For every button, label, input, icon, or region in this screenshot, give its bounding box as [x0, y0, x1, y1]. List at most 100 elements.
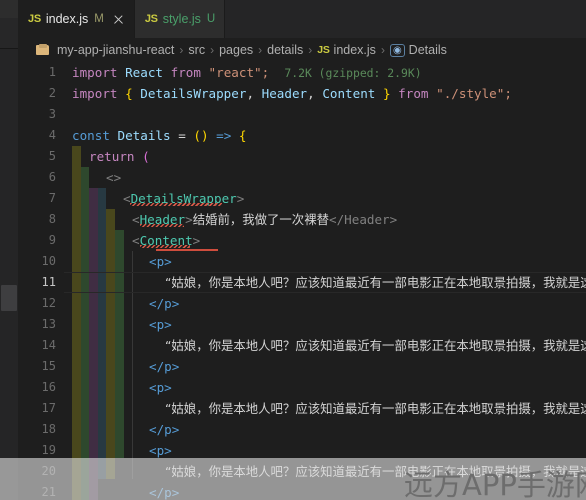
- chevron-right-icon: ›: [380, 43, 385, 57]
- code-line-15[interactable]: </p>: [149, 356, 179, 377]
- code-line-19[interactable]: <p>: [149, 440, 172, 461]
- error-squiggle-detailswrapper: [130, 203, 222, 206]
- js-file-icon: JS: [144, 13, 158, 25]
- chevron-right-icon: ›: [179, 43, 184, 57]
- js-file-icon: JS: [317, 44, 330, 56]
- token-html-tag-p-close: </p>: [149, 296, 180, 311]
- tab-git-status: U: [206, 13, 216, 25]
- chevron-right-icon: ›: [210, 43, 215, 57]
- editor-tab-bar: JS index.js M JS style.js U: [18, 0, 586, 38]
- token-identifier-content: Content: [322, 86, 376, 101]
- inlay-hint-bundle-size: 7.2K (gzipped: 2.9K): [284, 66, 422, 80]
- error-squiggle-content: [140, 245, 190, 248]
- tab-style-js[interactable]: JS style.js U: [134, 0, 226, 38]
- error-squiggle-p: [156, 249, 218, 251]
- breadcrumb-item-project[interactable]: my-app-jianshu-react: [57, 43, 174, 57]
- line-number: 5: [48, 149, 56, 163]
- code-line-21[interactable]: </p>: [149, 482, 179, 500]
- code-line-14[interactable]: “姑娘，你是本地人吧？应该知道最近有一部电影正在本地取景拍摄，我就是这部: [165, 335, 586, 356]
- line-number: 16: [41, 380, 56, 394]
- breadcrumb-item-pages[interactable]: pages: [219, 43, 253, 57]
- code-line-13[interactable]: <p>: [149, 314, 172, 335]
- line-number: 21: [41, 485, 56, 499]
- code-line-10[interactable]: <p>: [149, 251, 172, 272]
- tab-index-js[interactable]: JS index.js M: [18, 0, 135, 38]
- token-brace-close: }: [382, 86, 391, 101]
- code-line-20[interactable]: “姑娘，你是本地人吧？应该知道最近有一部电影正在本地取景拍摄，我就是这部: [165, 461, 586, 482]
- breadcrumb-item-file[interactable]: index.js: [334, 43, 376, 57]
- token-keyword-from: from: [398, 86, 429, 101]
- line-number: 3: [48, 107, 56, 121]
- line-number: 4: [48, 128, 56, 142]
- breadcrumb-item-src[interactable]: src: [188, 43, 205, 57]
- token-brace: {: [238, 128, 247, 143]
- line-number: 17: [41, 401, 56, 415]
- tab-label: style.js: [162, 12, 201, 26]
- code-line-1[interactable]: import React from "react"; 7.2K (gzipped…: [72, 62, 422, 83]
- token-keyword-import: import: [72, 65, 118, 80]
- token-html-tag-p-close: </p>: [149, 485, 180, 500]
- token-html-tag-p-open: <p>: [149, 254, 172, 269]
- token-identifier-react: React: [125, 65, 164, 80]
- indent-guide-2: [80, 167, 90, 500]
- indent-guide-1: [72, 146, 81, 500]
- line-number: 12: [41, 296, 56, 310]
- code-line-16[interactable]: <p>: [149, 377, 172, 398]
- line-number: 8: [48, 212, 56, 226]
- indent-guide-4: [97, 188, 107, 479]
- token-html-tag-p-open: <p>: [149, 317, 172, 332]
- token-html-tag-p-close: </p>: [149, 422, 180, 437]
- activity-bar-strip: [0, 0, 19, 500]
- token-fragment-open: <>: [106, 170, 122, 185]
- line-number: 9: [48, 233, 56, 247]
- indent-guide-5: [106, 209, 115, 479]
- chevron-right-icon: ›: [258, 43, 263, 57]
- code-line-12[interactable]: </p>: [149, 293, 179, 314]
- token-keyword-from: from: [170, 65, 201, 80]
- line-number: 14: [41, 338, 56, 352]
- code-editor[interactable]: 1 2 3 4 5 6 7 8 9 10 11 12 13 14 15 16 1…: [18, 62, 586, 500]
- token-keyword-return: return: [89, 149, 135, 164]
- close-icon[interactable]: [112, 13, 125, 26]
- symbol-class-icon: ◉: [389, 43, 405, 57]
- token-angle-open: <: [132, 212, 140, 227]
- token-closing-tag-header: </Header>: [328, 212, 398, 227]
- code-line-6[interactable]: <>: [106, 167, 121, 188]
- tab-bar-empty-area: [225, 0, 586, 38]
- breadcrumb-item-details[interactable]: details: [267, 43, 303, 57]
- editor-gutter: 1 2 3 4 5 6 7 8 9 10 11 12 13 14 15 16 1…: [18, 62, 64, 500]
- activity-bar-top-seam: [0, 0, 18, 19]
- js-file-icon: JS: [28, 13, 41, 25]
- token-angle-open: <: [132, 233, 140, 248]
- breadcrumb: my-app-jianshu-react › src › pages › det…: [18, 38, 586, 62]
- token-comma: ,: [246, 86, 255, 101]
- token-string-style: "./style";: [436, 86, 512, 101]
- indent-guide-3: [89, 188, 98, 500]
- code-content[interactable]: import React from "react"; 7.2K (gzipped…: [64, 62, 586, 500]
- code-line-11[interactable]: “姑娘，你是本地人吧？应该知道最近有一部电影正在本地取景拍摄，我就是这部: [165, 272, 586, 293]
- line-number: 15: [41, 359, 56, 373]
- token-angle-close: >: [192, 233, 201, 248]
- indent-guide-line: [132, 251, 133, 479]
- indent-guide-6: [115, 230, 124, 458]
- code-line-4[interactable]: const Details = () => {: [72, 125, 247, 146]
- line-number: 7: [48, 191, 56, 205]
- line-number: 2: [48, 86, 56, 100]
- code-line-2[interactable]: import { DetailsWrapper, Header, Content…: [72, 83, 512, 104]
- token-identifier-details: Details: [117, 128, 171, 143]
- token-keyword-const: const: [72, 128, 110, 143]
- token-paren-open: (: [142, 149, 150, 164]
- code-line-18[interactable]: </p>: [149, 419, 179, 440]
- code-line-17[interactable]: “姑娘，你是本地人吧？应该知道最近有一部电影正在本地取景拍摄，我就是这部: [165, 398, 586, 419]
- code-line-5[interactable]: return (: [89, 146, 150, 167]
- token-html-tag-p-close: </p>: [149, 359, 180, 374]
- line-number: 19: [41, 443, 56, 457]
- jsx-text-header: 结婚前，我做了一次裸替: [192, 212, 329, 227]
- error-squiggle-header: [140, 224, 184, 227]
- breadcrumb-item-symbol[interactable]: Details: [409, 43, 447, 57]
- token-html-tag-p-open: <p>: [149, 380, 172, 395]
- line-number: 6: [48, 170, 56, 184]
- token-identifier-header: Header: [261, 86, 308, 101]
- token-arrow: =>: [216, 128, 232, 143]
- explorer-scrollbar-thumb[interactable]: [1, 285, 17, 311]
